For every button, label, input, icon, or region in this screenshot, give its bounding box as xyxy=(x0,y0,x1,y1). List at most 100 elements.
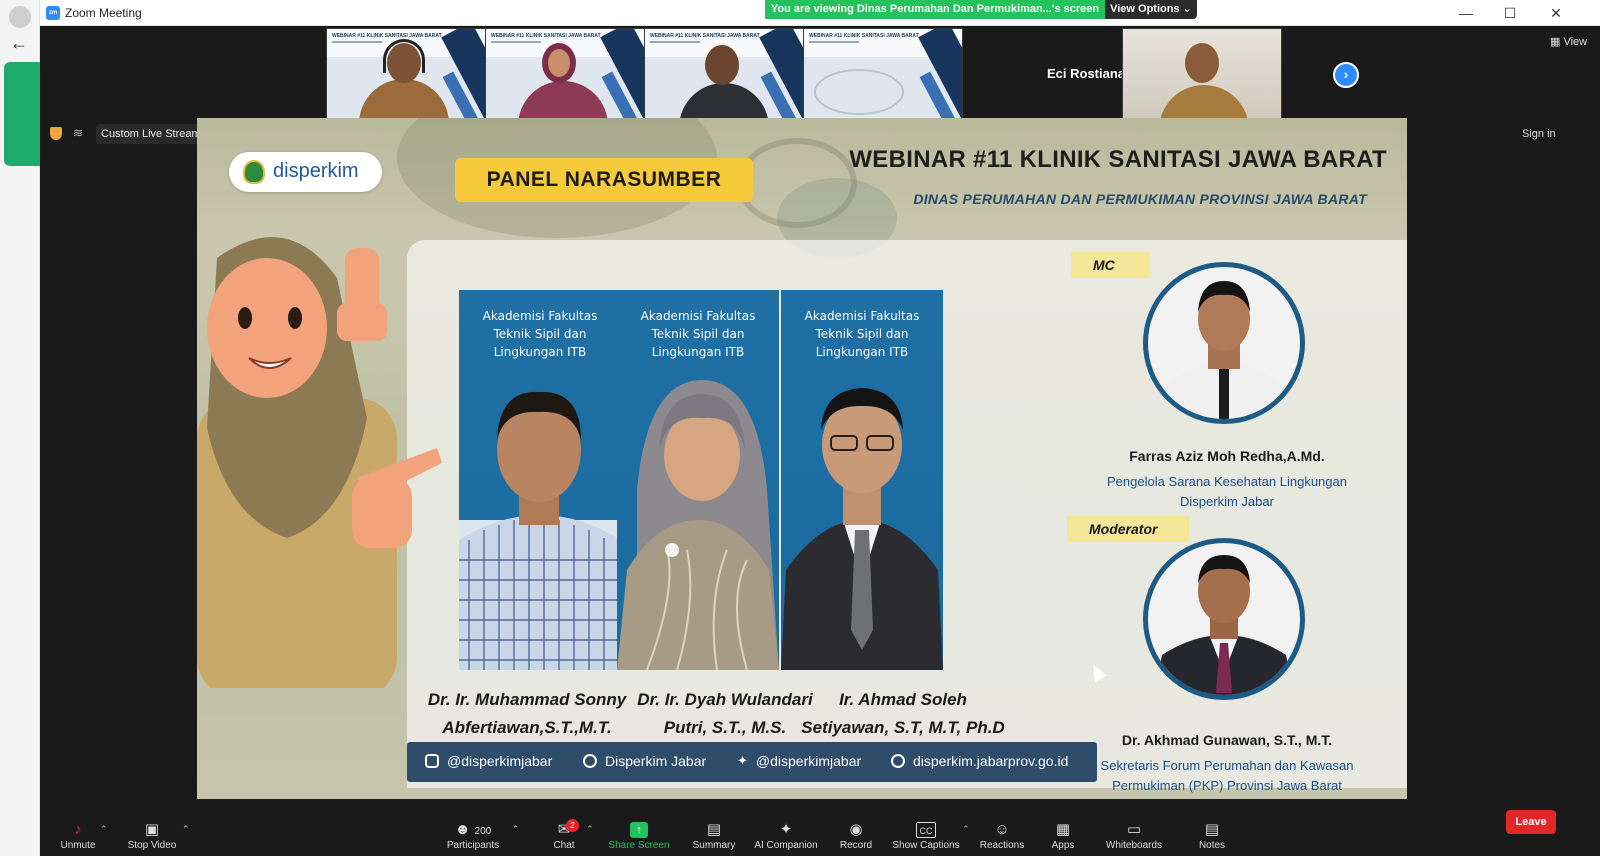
reactions-label: Reactions xyxy=(979,840,1025,851)
record-icon: ◉ xyxy=(849,821,863,838)
panel-narasumber-badge: PANEL NARASUMBER xyxy=(455,158,753,202)
speaker-photo xyxy=(459,391,621,670)
chat-caret[interactable]: ⌃ xyxy=(586,824,594,835)
chat-button[interactable]: ✉ 2 Chat xyxy=(540,818,588,856)
share-screen-label: Share Screen xyxy=(608,840,670,851)
show-captions-button[interactable]: CC Show Captions xyxy=(890,818,962,856)
logo-text: disperkim xyxy=(273,160,359,182)
affiliation-line: Lingkungan ITB xyxy=(493,345,587,359)
speaker-card: Akademisi Fakultas Teknik Sipil dan Ling… xyxy=(781,290,943,670)
participants-caret[interactable]: ⌃ xyxy=(512,824,520,835)
mc-name: Farras Aziz Moh Redha,A.Md. xyxy=(1129,448,1325,464)
participant-body xyxy=(359,79,449,119)
notes-icon: ▤ xyxy=(1204,821,1220,838)
mc-description-line: Pengelola Sarana Kesehatan Lingkungan xyxy=(1107,474,1347,489)
video-options-caret[interactable]: ⌃ xyxy=(182,824,190,835)
affiliation-line: Teknik Sipil dan xyxy=(815,327,909,341)
close-button[interactable]: ✕ xyxy=(1534,3,1578,23)
notes-label: Notes xyxy=(1198,840,1226,851)
slide-title: WEBINAR #11 KLINIK SANITASI JAWA BARAT xyxy=(849,146,1387,173)
mc-photo xyxy=(1143,262,1305,424)
instagram-icon xyxy=(425,754,439,768)
live-stream-icon: ≋ xyxy=(73,126,84,140)
participant-thumbnail[interactable]: WEBINAR #11 KLINIK SANITASI JAWA BARAT xyxy=(485,28,645,120)
audio-options-caret[interactable]: ⌃ xyxy=(100,824,108,835)
grid-icon: ▦ xyxy=(1550,36,1561,48)
instagram-handle: @disperkimjabar xyxy=(425,753,552,769)
smiley-icon: ☺ xyxy=(994,821,1010,838)
facebook-handle: Disperkim Jabar xyxy=(583,753,706,769)
chat-label: Chat xyxy=(553,840,575,851)
sparkle-icon: ✦ xyxy=(779,821,793,838)
whiteboards-button[interactable]: ▭ Whiteboards xyxy=(1104,818,1164,856)
hijab-mascot-illustration xyxy=(197,237,442,688)
summary-icon: ▤ xyxy=(706,821,722,838)
window-title: Zoom Meeting xyxy=(65,6,142,20)
ai-companion-button[interactable]: ✦ AI Companion xyxy=(750,818,822,856)
unmute-button[interactable]: ♪ Unmute xyxy=(48,818,108,856)
website-text: disperkim.jabarprov.go.id xyxy=(913,753,1069,769)
leave-button[interactable]: Leave xyxy=(1506,810,1556,834)
participant-thumbnail[interactable]: WEBINAR #11 KLINIK SANITASI JAWA BARAT xyxy=(803,28,963,120)
record-button[interactable]: ◉ Record xyxy=(832,818,880,856)
thumb-slide-title: WEBINAR #11 KLINIK SANITASI JAWA BARAT xyxy=(332,33,442,39)
reactions-button[interactable]: ☺ Reactions xyxy=(976,818,1028,856)
speaker-name-line: Setiyawan, S.T, M.T, Ph.D xyxy=(801,718,1005,737)
summary-button[interactable]: ▤ Summary xyxy=(686,818,742,856)
disperkim-logo: disperkim xyxy=(229,152,382,192)
participant-head xyxy=(1185,43,1219,83)
moderator-portrait xyxy=(1154,555,1294,695)
apps-icon: ▦ xyxy=(1055,821,1071,838)
apps-label: Apps xyxy=(1051,840,1075,851)
speaker-photo xyxy=(617,380,779,670)
captions-caret[interactable]: ⌃ xyxy=(962,824,970,835)
participant-thumbnail[interactable]: WEBINAR #11 KLINIK SANITASI JAWA BARAT xyxy=(326,28,486,120)
participant-thumbnail[interactable] xyxy=(1122,28,1282,120)
gallery-next-button[interactable]: › xyxy=(1333,62,1359,88)
shared-screen-slide: disperkim PANEL NARASUMBER WEBINAR #11 K… xyxy=(197,118,1407,799)
video-camera-icon: ▣ xyxy=(144,821,160,838)
affiliation-line: Akademisi Fakultas xyxy=(482,309,598,323)
meeting-toolbar: ♪ Unmute ⌃ ▣ Stop Video ⌃ ☻ 200 Participa… xyxy=(40,818,1600,856)
affiliation-line: Lingkungan ITB xyxy=(815,345,909,359)
speaker-affiliation: Akademisi Fakultas Teknik Sipil dan Ling… xyxy=(617,307,779,361)
speaker-name: Ir. Ahmad Soleh Setiyawan, S.T, M.T, Ph.… xyxy=(793,686,1013,742)
participants-button[interactable]: ☻ 200 Participants xyxy=(440,818,506,856)
chat-unread-badge: 2 xyxy=(566,819,579,832)
view-button[interactable]: ▦ View xyxy=(1550,35,1587,48)
record-label: Record xyxy=(839,840,873,851)
summary-label: Summary xyxy=(692,840,736,851)
minimize-button[interactable]: — xyxy=(1444,3,1488,23)
whiteboard-icon: ▭ xyxy=(1126,821,1142,838)
speaker-name-line: Ir. Ahmad Soleh xyxy=(839,690,967,709)
mc-tag: MC xyxy=(1071,252,1149,278)
view-options-button[interactable]: View Options ⌄ xyxy=(1105,0,1197,19)
instagram-text: @disperkimjabar xyxy=(447,753,553,769)
maximize-button[interactable]: ☐ xyxy=(1488,3,1532,23)
meeting-area: WEBINAR #11 KLINIK SANITASI JAWA BARAT W… xyxy=(40,26,1600,818)
stop-video-button[interactable]: ▣ Stop Video xyxy=(120,818,184,856)
facebook-text: Disperkim Jabar xyxy=(605,753,707,769)
facebook-icon xyxy=(583,754,597,768)
profile-avatar-icon[interactable] xyxy=(9,6,31,28)
apps-button[interactable]: ▦ Apps xyxy=(1040,818,1086,856)
notes-button[interactable]: ▤ Notes xyxy=(1190,818,1234,856)
screen-share-banner: You are viewing Dinas Perumahan Dan Perm… xyxy=(765,0,1105,19)
sign-in-link[interactable]: Sign in xyxy=(1522,128,1556,140)
twitter-handle: ✦ @disperkimjabar xyxy=(737,753,861,769)
share-screen-button[interactable]: ↑ Share Screen xyxy=(606,818,672,856)
view-options-label: View Options xyxy=(1110,3,1180,15)
moderator-tag: Moderator xyxy=(1067,516,1189,542)
back-arrow-icon[interactable]: ← xyxy=(10,33,34,55)
participant-thumbnail[interactable]: WEBINAR #11 KLINIK SANITASI JAWA BARAT xyxy=(644,28,804,120)
speaker-name: Dr. Ir. Dyah Wulandari Putri, S.T., M.S. xyxy=(635,686,815,742)
moderator-description-line: Sekretaris Forum Perumahan dan Kawasan xyxy=(1100,758,1354,773)
moderator-description: Sekretaris Forum Perumahan dan Kawasan P… xyxy=(1057,756,1397,796)
security-shield-icon[interactable] xyxy=(50,127,62,140)
speaker-name-line: Putri, S.T., M.S. xyxy=(663,718,787,737)
moderator-name: Dr. Akhmad Gunawan, S.T., M.T. xyxy=(1121,732,1333,748)
globe-icon xyxy=(891,754,905,768)
mc-description: Pengelola Sarana Kesehatan Lingkungan Di… xyxy=(1067,472,1387,512)
thumb-slide-title: WEBINAR #11 KLINIK SANITASI JAWA BARAT xyxy=(491,33,601,39)
microphone-muted-icon: ♪ xyxy=(74,821,82,838)
